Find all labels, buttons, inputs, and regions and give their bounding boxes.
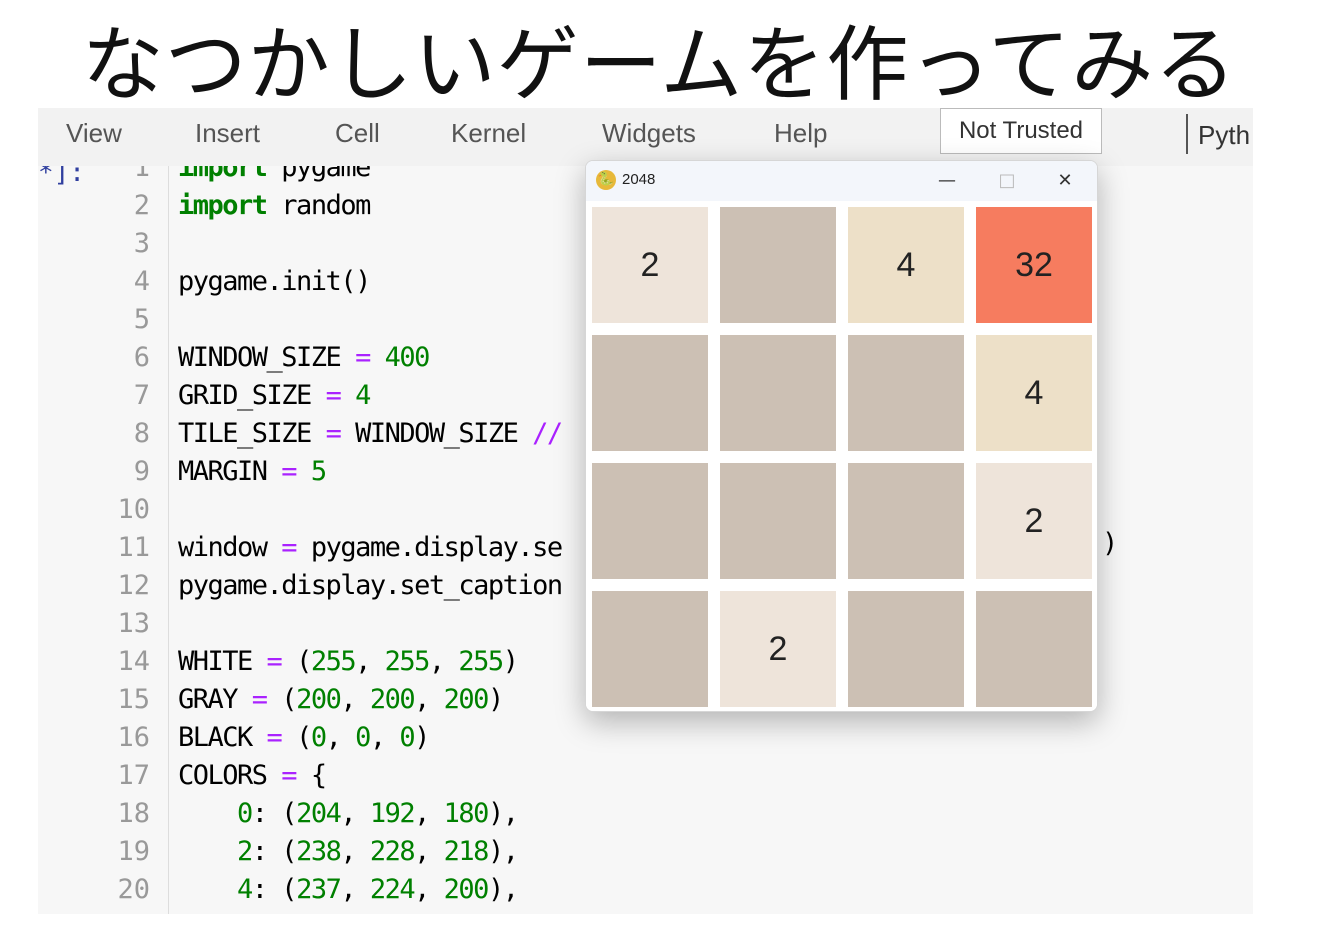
line-number: 15 [117, 684, 150, 715]
line-number: 16 [117, 722, 150, 753]
line-number: 11 [117, 532, 150, 563]
tile-2: 2 [976, 463, 1092, 579]
slide-title: なつかしいゲームを作ってみる [81, 18, 1238, 113]
line-number: 4 [133, 266, 150, 297]
line-number: 18 [117, 798, 150, 829]
line-number: 6 [133, 342, 150, 373]
code-text: pygame.display.set_caption [178, 570, 563, 601]
code-text: COLORS = { [178, 760, 327, 791]
empty-tile [592, 463, 708, 579]
code-overflow-tail: ) [1102, 528, 1119, 559]
code-text: window = pygame.display.se [178, 532, 563, 563]
tile-4: 4 [848, 207, 964, 323]
notebook-menubar: View Insert Cell Kernel Widgets Help Not… [38, 108, 1253, 166]
empty-tile [976, 591, 1092, 707]
code-line: 18 0: (204, 192, 180), [92, 795, 518, 833]
code-line: 2 import random [92, 187, 372, 225]
minimize-button[interactable]: — [918, 161, 976, 201]
close-button[interactable]: ✕ [1036, 161, 1094, 201]
line-number: 10 [117, 494, 150, 525]
code-line: 10 [92, 491, 150, 529]
code-text: TILE_SIZE = WINDOW_SIZE // [178, 418, 563, 449]
code-text: import pygame [178, 166, 371, 183]
line-number: 7 [133, 380, 150, 411]
code-line: 8 TILE_SIZE = WINDOW_SIZE // [92, 415, 563, 453]
tile-2: 2 [720, 591, 836, 707]
empty-tile [848, 463, 964, 579]
code-text: 2: (238, 228, 218), [237, 836, 519, 867]
pygame-snake-icon: 🐍 [596, 170, 616, 190]
code-line: 3 [92, 225, 150, 263]
line-number: 2 [133, 190, 150, 221]
game-board[interactable]: 2 4 32 4 2 2 [586, 201, 1097, 711]
game-window[interactable]: 🐍 2048 — □ ✕ 2 4 32 4 2 2 [585, 160, 1098, 712]
menu-cell[interactable]: Cell [335, 118, 380, 149]
cell-prompt: *]: [38, 166, 85, 188]
game-window-titlebar[interactable]: 🐍 2048 — □ ✕ [586, 161, 1097, 201]
code-text: MARGIN = 5 [178, 456, 327, 487]
code-line: 21 8: (242, 177, 121), [92, 909, 518, 914]
menu-view[interactable]: View [66, 118, 122, 149]
code-line: 11 window = pygame.display.se [92, 529, 563, 567]
empty-tile [720, 207, 836, 323]
line-number: 9 [133, 456, 150, 487]
empty-tile [592, 335, 708, 451]
code-text: GRID_SIZE = 4 [178, 380, 371, 411]
empty-tile [720, 335, 836, 451]
code-line: 13 [92, 605, 150, 643]
code-text: pygame.init() [178, 266, 371, 297]
line-number: 17 [117, 760, 150, 791]
menu-widgets[interactable]: Widgets [602, 118, 696, 149]
line-number: 21 [92, 909, 150, 914]
code-line: 1 import pygame [92, 166, 372, 187]
empty-tile [848, 591, 964, 707]
code-line: 4 pygame.init() [92, 263, 372, 301]
menu-help[interactable]: Help [774, 118, 827, 149]
not-trusted-button[interactable]: Not Trusted [940, 108, 1102, 154]
menu-insert[interactable]: Insert [195, 118, 260, 149]
code-text: WHITE = (255, 255, 255) [178, 646, 519, 677]
code-text: GRAY = (200, 200, 200) [178, 684, 504, 715]
code-line: 5 [92, 301, 150, 339]
line-number: 1 [133, 166, 150, 183]
tile-2: 2 [592, 207, 708, 323]
code-line: 14 WHITE = (255, 255, 255) [92, 643, 518, 681]
kernel-indicator[interactable]: Pyth [1198, 120, 1253, 151]
game-window-title: 2048 [622, 171, 656, 188]
tile-4: 4 [976, 335, 1092, 451]
code-line: 9 MARGIN = 5 [92, 453, 327, 491]
line-number: 20 [117, 874, 150, 905]
maximize-button[interactable]: □ [978, 161, 1036, 201]
code-text: 4: (237, 224, 200), [237, 874, 519, 905]
empty-tile [848, 335, 964, 451]
empty-tile [720, 463, 836, 579]
line-number: 14 [117, 646, 150, 677]
line-number: 19 [117, 836, 150, 867]
code-text: BLACK = (0, 0, 0) [178, 722, 430, 753]
code-line: 7 GRID_SIZE = 4 [92, 377, 372, 415]
menu-kernel[interactable]: Kernel [451, 118, 526, 149]
code-text: 0: (204, 192, 180), [237, 798, 519, 829]
tile-32: 32 [976, 207, 1092, 323]
code-line: 20 4: (237, 224, 200), [92, 871, 518, 909]
code-text: 8: (242, 177, 121), [178, 909, 519, 914]
code-text: import random [178, 190, 371, 221]
empty-tile [592, 591, 708, 707]
line-number: 5 [133, 304, 150, 335]
code-line: 15 GRAY = (200, 200, 200) [92, 681, 504, 719]
code-text: WINDOW_SIZE = 400 [178, 342, 430, 373]
kernel-separator [1186, 114, 1188, 154]
line-number: 12 [117, 570, 150, 601]
code-line: 6 WINDOW_SIZE = 400 [92, 339, 431, 377]
code-line: 19 2: (238, 228, 218), [92, 833, 518, 871]
code-line: 17 COLORS = { [92, 757, 327, 795]
code-line: 16 BLACK = (0, 0, 0) [92, 719, 430, 757]
code-line: 12 pygame.display.set_caption [92, 567, 563, 605]
line-number: 13 [117, 608, 150, 639]
line-number: 8 [133, 418, 150, 449]
line-number: 3 [133, 228, 150, 259]
